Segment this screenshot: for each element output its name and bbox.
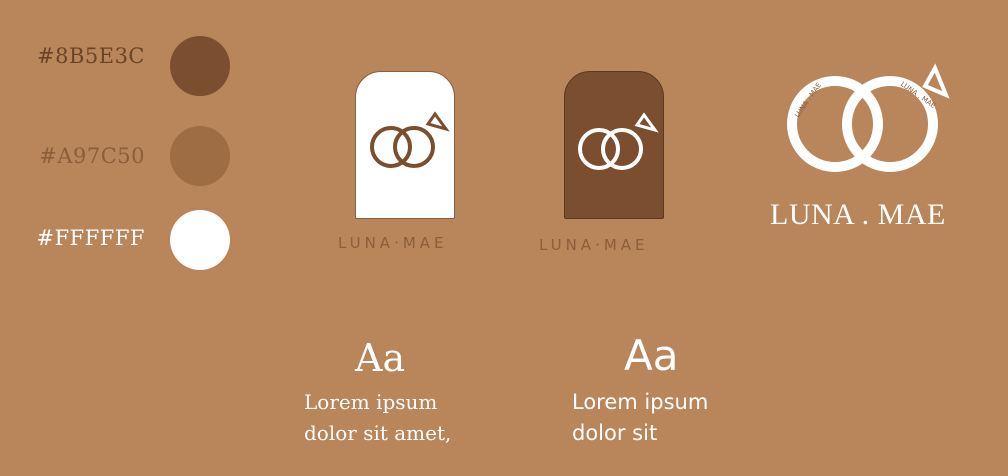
swatch-white (170, 210, 230, 270)
logo-card-dark (564, 71, 664, 219)
logo-card-light (355, 71, 455, 219)
logo-caption-light: LUNA·MAE (338, 234, 448, 252)
large-rings-logo-icon: LUNA . MAE LUNA . MAE (787, 63, 950, 172)
logo-caption-dark: LUNA·MAE (539, 236, 649, 254)
sans-text-sample: Lorem ipsum dolor sit (572, 387, 708, 449)
swatch-label-medium-brown: #A97C50 (39, 144, 145, 168)
rings-logo-icon (370, 111, 450, 168)
sans-sample-line-2: dolor sit (572, 421, 658, 445)
serif-sample-line-2: dolor sit amet, (304, 421, 452, 445)
swatch-medium-brown (170, 126, 230, 186)
serif-sample-line-1: Lorem ipsum (304, 390, 438, 414)
serif-text-sample: Lorem ipsum dolor sit amet, (304, 387, 451, 449)
sans-glyph-sample: Aa (624, 331, 679, 380)
sans-sample-line-1: Lorem ipsum (572, 390, 709, 414)
swatch-label-dark-brown: #8B5E3C (36, 44, 145, 68)
swatch-label-white: #FFFFFF (36, 226, 145, 250)
serif-glyph-sample: Aa (355, 336, 406, 380)
rings-logo-icon (578, 112, 659, 170)
swatch-dark-brown (170, 36, 230, 96)
large-logo-wordmark: LUNA . MAE (770, 198, 946, 231)
ring-text-right: LUNA . MAE (899, 80, 937, 110)
